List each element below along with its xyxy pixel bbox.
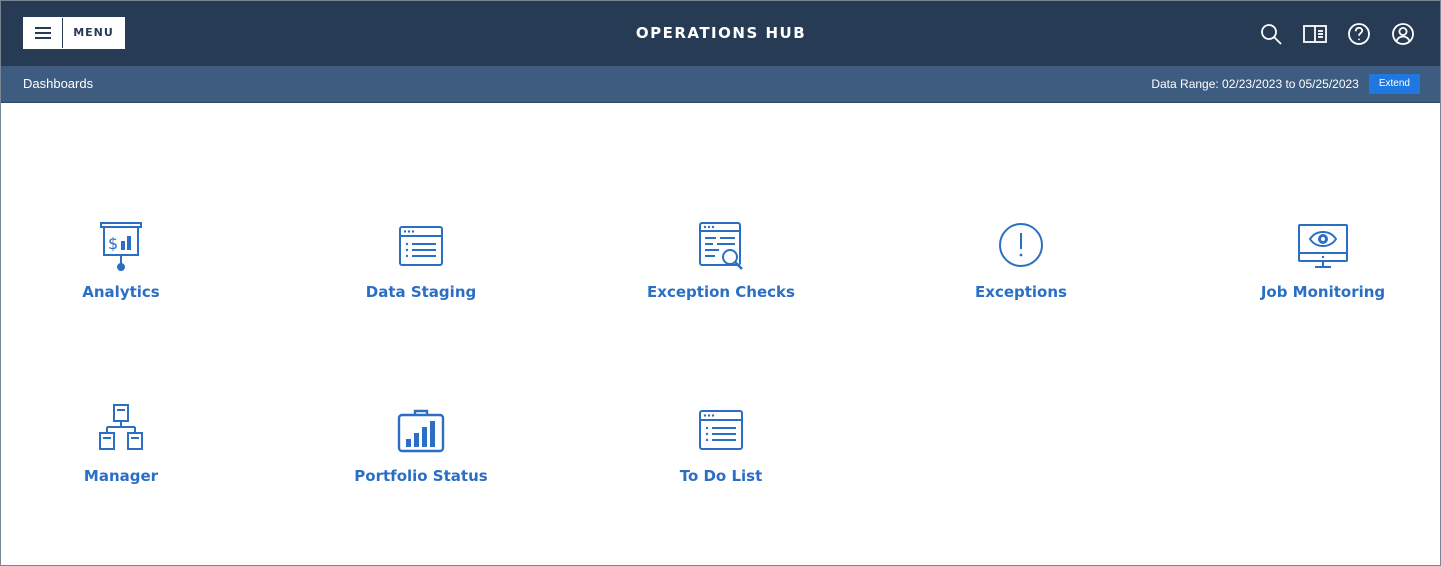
menu-button[interactable]: MENU [23, 17, 125, 49]
tile-exception-checks[interactable]: Exception Checks [611, 219, 831, 329]
org-chart-icon [91, 403, 151, 463]
tile-label: Exceptions [975, 283, 1067, 301]
presentation-chart-icon: $ [91, 219, 151, 279]
tile-exceptions[interactable]: Exceptions [911, 219, 1131, 329]
top-bar: MENU OPERATIONS HUB [1, 1, 1440, 66]
tile-label: Job Monitoring [1260, 283, 1386, 301]
tile-analytics[interactable]: $ Analytics [11, 219, 231, 329]
user-icon[interactable] [1388, 19, 1418, 49]
tile-label: Manager [83, 467, 159, 485]
tile-label: To Do List [679, 467, 763, 485]
search-icon[interactable] [1256, 19, 1286, 49]
tile-to-do-list[interactable]: To Do List [611, 403, 831, 513]
app-title: OPERATIONS HUB [635, 24, 807, 42]
menu-label: MENU [73, 26, 114, 39]
tile-label: Data Staging [365, 283, 477, 301]
sub-header: Dashboards Data Range: 02/23/2023 to 05/… [1, 66, 1440, 103]
tile-label: Analytics [82, 283, 160, 301]
header-actions [1256, 19, 1418, 49]
briefcase-chart-icon [391, 403, 451, 463]
app-window: MENU OPERATIONS HUB Dashboards Data Rang… [0, 0, 1441, 566]
tile-label: Exception Checks [647, 283, 795, 301]
exclamation-circle-icon [991, 219, 1051, 279]
browser-list-icon [691, 403, 751, 463]
svg-text:$: $ [108, 234, 118, 253]
date-range-text: Data Range: 02/23/2023 to 05/25/2023 [1151, 77, 1359, 91]
tile-data-staging[interactable]: Data Staging [311, 219, 531, 329]
tile-label: Portfolio Status [354, 467, 488, 485]
extend-button[interactable]: Extend [1368, 74, 1420, 94]
help-icon[interactable] [1344, 19, 1374, 49]
book-icon[interactable] [1300, 19, 1330, 49]
hamburger-icon [24, 18, 62, 48]
browser-list-icon [391, 219, 451, 279]
tile-portfolio-status[interactable]: Portfolio Status [311, 403, 531, 513]
date-range-group: Data Range: 02/23/2023 to 05/25/2023 Ext… [1151, 66, 1420, 102]
tile-manager[interactable]: Manager [11, 403, 231, 513]
monitor-eye-icon [1293, 219, 1353, 279]
tile-job-monitoring[interactable]: Job Monitoring [1213, 219, 1433, 329]
document-search-icon [691, 219, 751, 279]
breadcrumb[interactable]: Dashboards [23, 66, 93, 102]
